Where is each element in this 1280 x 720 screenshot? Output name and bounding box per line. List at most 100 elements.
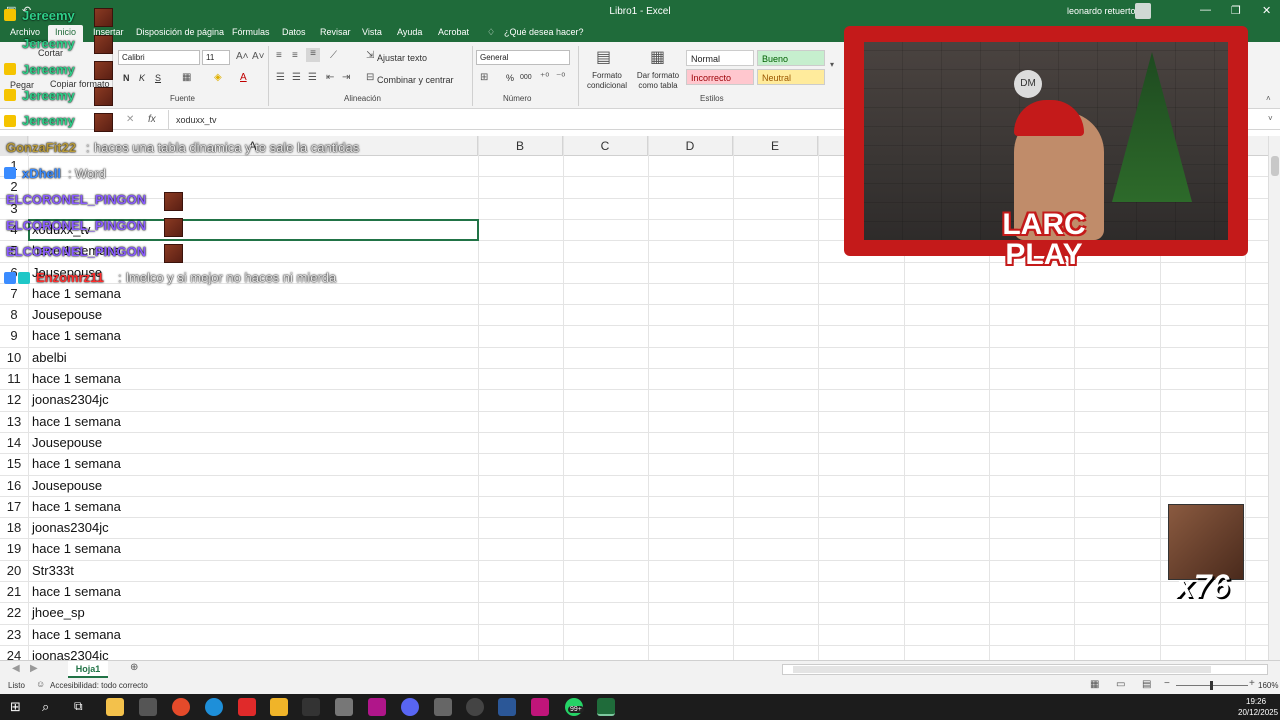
align-middle-icon[interactable]: ≡ bbox=[292, 50, 298, 61]
file-explorer-icon[interactable] bbox=[106, 698, 124, 716]
cell-a[interactable]: hace 1 semana bbox=[32, 371, 121, 386]
cell-a[interactable]: Jousepouse bbox=[32, 435, 102, 450]
formula-input[interactable]: xoduxx_tv bbox=[176, 115, 217, 125]
cell-a[interactable]: hace 1 semana bbox=[32, 541, 121, 556]
start-icon[interactable]: ⊞ bbox=[10, 699, 21, 715]
row-header[interactable]: 9 bbox=[0, 328, 28, 343]
normal-view-icon[interactable]: ▦ bbox=[1090, 679, 1099, 690]
chrome-icon[interactable] bbox=[172, 698, 190, 716]
row-header[interactable]: 13 bbox=[0, 414, 28, 429]
row-header[interactable]: 23 bbox=[0, 627, 28, 642]
page-layout-icon[interactable]: ▭ bbox=[1116, 679, 1125, 690]
avatar[interactable] bbox=[1135, 3, 1151, 19]
cell-a[interactable]: joonas2304jc bbox=[32, 648, 109, 660]
row-header[interactable]: 19 bbox=[0, 541, 28, 556]
zoom-out-icon[interactable]: − bbox=[1164, 678, 1170, 689]
orientation-icon[interactable]: ⟋ bbox=[330, 50, 337, 61]
row-header[interactable]: 12 bbox=[0, 392, 28, 407]
tell-me-search[interactable]: ¿Qué desea hacer? bbox=[504, 27, 584, 37]
fill-color-icon[interactable]: ◈ bbox=[214, 72, 222, 83]
cell-a[interactable]: hace 1 semana bbox=[32, 328, 121, 343]
row-header[interactable]: 16 bbox=[0, 478, 28, 493]
clock-time[interactable]: 19:26 bbox=[1246, 697, 1266, 706]
column-header-b[interactable]: B bbox=[478, 136, 563, 156]
cell-a[interactable]: Jousepouse bbox=[32, 307, 102, 322]
app-icon[interactable] bbox=[238, 698, 256, 716]
conditional-format-button[interactable]: Formato condicional bbox=[582, 71, 632, 91]
cell-a[interactable]: Jousepouse bbox=[32, 478, 102, 493]
font-color-icon[interactable]: A bbox=[240, 72, 247, 83]
align-left-icon[interactable]: ☰ bbox=[276, 72, 285, 83]
align-right-icon[interactable]: ☰ bbox=[308, 72, 317, 83]
row-header[interactable]: 11 bbox=[0, 371, 28, 386]
excel-icon[interactable] bbox=[597, 698, 615, 716]
bold-button[interactable]: N bbox=[123, 73, 130, 83]
cell-a[interactable]: abelbi bbox=[32, 350, 67, 365]
font-name-select[interactable]: Calibri bbox=[118, 50, 200, 65]
table-format-button[interactable]: Dar formato como tabla bbox=[634, 71, 682, 91]
italic-button[interactable]: K bbox=[139, 73, 145, 83]
row-header[interactable]: 14 bbox=[0, 435, 28, 450]
tab-ayuda[interactable]: Ayuda bbox=[397, 27, 422, 37]
cell-a[interactable]: joonas2304jc bbox=[32, 520, 109, 535]
zoom-in-icon[interactable]: + bbox=[1249, 678, 1255, 689]
column-header-e[interactable]: E bbox=[733, 136, 818, 156]
page-break-icon[interactable]: ▤ bbox=[1142, 679, 1151, 690]
minimize-icon[interactable]: — bbox=[1200, 4, 1211, 16]
cell-a[interactable]: hace 1 semana bbox=[32, 456, 121, 471]
task-view-icon[interactable]: ⧉ bbox=[74, 699, 83, 714]
borders-icon[interactable]: ▦ bbox=[182, 72, 191, 83]
increase-decimal-icon[interactable]: ⁺⁰ bbox=[540, 72, 549, 83]
percent-button[interactable]: % bbox=[506, 73, 514, 83]
add-sheet-icon[interactable]: ⊕ bbox=[130, 662, 138, 673]
tab-formulas[interactable]: Fórmulas bbox=[232, 27, 270, 37]
horizontal-scrollbar[interactable] bbox=[782, 664, 1268, 675]
tiktok-icon[interactable] bbox=[302, 698, 320, 716]
cell-a[interactable]: hace 1 semana bbox=[32, 499, 121, 514]
app-icon[interactable] bbox=[368, 698, 386, 716]
prev-sheet-icon[interactable]: ◀ bbox=[12, 663, 20, 674]
column-header-c[interactable]: C bbox=[563, 136, 648, 156]
underline-button[interactable]: S bbox=[155, 73, 161, 83]
cell-a[interactable]: hace 1 semana bbox=[32, 627, 121, 642]
folder-icon[interactable] bbox=[270, 698, 288, 716]
insert-function-icon[interactable]: fx bbox=[148, 114, 156, 125]
row-header[interactable]: 15 bbox=[0, 456, 28, 471]
row-header[interactable]: 7 bbox=[0, 286, 28, 301]
cell-a[interactable]: hace 1 semana bbox=[32, 584, 121, 599]
tab-datos[interactable]: Datos bbox=[282, 27, 306, 37]
search-icon[interactable]: ⌕ bbox=[42, 699, 49, 715]
tab-acrobat[interactable]: Acrobat bbox=[438, 27, 469, 37]
edge-icon[interactable] bbox=[205, 698, 223, 716]
shrink-font-icon[interactable]: A˅ bbox=[252, 51, 265, 62]
horizontal-scroll-thumb[interactable] bbox=[793, 666, 1211, 673]
align-center-icon[interactable]: ☰ bbox=[292, 72, 301, 83]
row-header[interactable]: 8 bbox=[0, 307, 28, 322]
row-header[interactable]: 20 bbox=[0, 563, 28, 578]
font-size-select[interactable]: 11 bbox=[202, 50, 230, 65]
row-header[interactable]: 24 bbox=[0, 648, 28, 660]
sheet-tab-hoja1[interactable]: Hoja1 bbox=[68, 661, 108, 678]
row-header[interactable]: 18 bbox=[0, 520, 28, 535]
discord-icon[interactable] bbox=[401, 698, 419, 716]
cancel-entry-icon[interactable]: ✕ bbox=[126, 114, 134, 125]
cell-a[interactable]: Str333t bbox=[32, 563, 74, 578]
cell-a[interactable]: joonas2304jc bbox=[32, 392, 109, 407]
tab-vista[interactable]: Vista bbox=[362, 27, 382, 37]
cell-a[interactable]: hace 1 semana bbox=[32, 286, 121, 301]
clock-date[interactable]: 20/12/2025 bbox=[1238, 708, 1278, 717]
wrap-text-button[interactable]: Ajustar texto bbox=[377, 53, 427, 63]
align-top-icon[interactable]: ≡ bbox=[276, 50, 282, 61]
styles-more-icon[interactable]: ▾ bbox=[830, 60, 834, 69]
app-icon[interactable] bbox=[335, 698, 353, 716]
row-header[interactable]: 10 bbox=[0, 350, 28, 365]
decrease-decimal-icon[interactable]: ⁻⁰ bbox=[556, 72, 565, 83]
style-neutral[interactable]: Neutral bbox=[757, 69, 825, 85]
cell-a[interactable]: hace 1 semana bbox=[32, 414, 121, 429]
close-icon[interactable]: ✕ bbox=[1262, 4, 1271, 17]
zoom-slider-handle[interactable] bbox=[1210, 681, 1213, 690]
row-header[interactable]: 21 bbox=[0, 584, 28, 599]
collapse-ribbon-icon[interactable]: ˄ bbox=[1266, 94, 1271, 103]
tab-disposicion[interactable]: Disposición de página bbox=[136, 27, 224, 37]
accounting-icon[interactable]: ⊞ bbox=[480, 72, 488, 83]
